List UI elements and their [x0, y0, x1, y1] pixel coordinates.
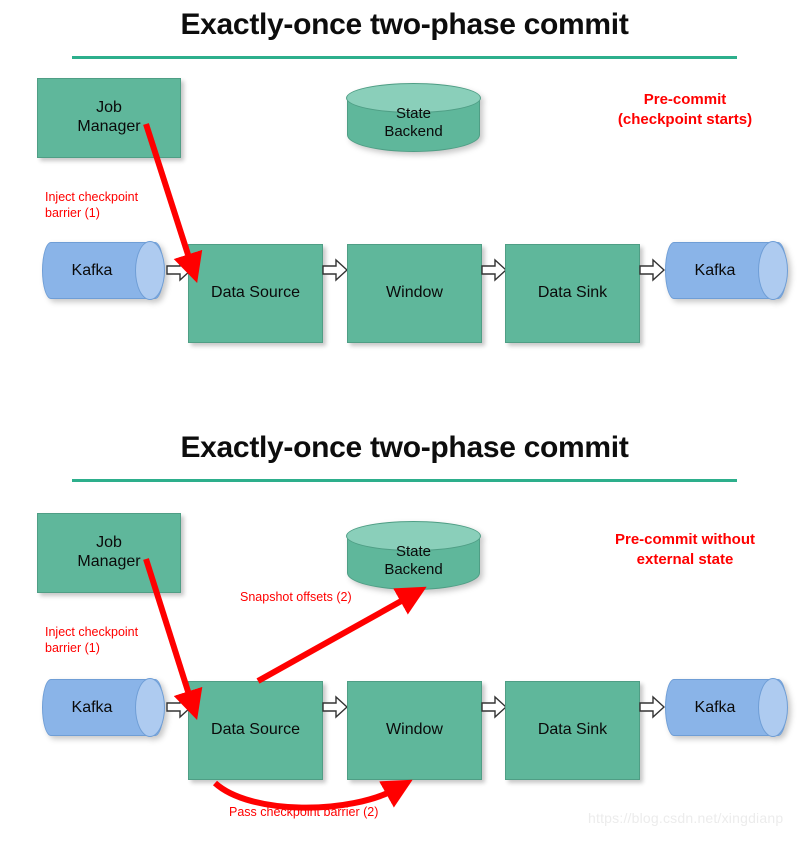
job-manager-box-1[interactable]: Job Manager — [37, 78, 181, 158]
sink-kafka-label-2: Kafka — [694, 698, 736, 716]
diagram-panel-2: Exactly-once two-phase commit Job Manage… — [0, 423, 809, 843]
job-manager-label-2: Job Manager — [77, 534, 141, 570]
state-backend-cylinder-1[interactable]: State Backend — [346, 83, 481, 152]
snapshot-offsets-arrow-2 — [256, 586, 427, 684]
title-divider-1 — [72, 56, 737, 59]
job-manager-label-1: Job Manager — [77, 99, 141, 135]
flow-arrow-icon — [639, 258, 665, 282]
annotation-inject-barrier-1: Inject checkpoint barrier (1) — [45, 190, 139, 221]
sink-kafka-label-1: Kafka — [694, 261, 736, 279]
job-manager-box-2[interactable]: Job Manager — [37, 513, 181, 593]
data-sink-box-1[interactable]: Data Sink — [505, 244, 640, 343]
window-box-1[interactable]: Window — [347, 244, 482, 343]
state-backend-cylinder-2[interactable]: State Backend — [346, 521, 481, 590]
data-source-box-1[interactable]: Data Source — [188, 244, 323, 343]
data-source-box-2[interactable]: Data Source — [188, 681, 323, 780]
flow-arrow-icon — [481, 695, 507, 719]
page-title-1: Exactly-once two-phase commit — [180, 8, 629, 41]
annotation-inject-barrier-2: Inject checkpoint barrier (1) — [45, 625, 139, 656]
data-sink-box-2[interactable]: Data Sink — [505, 681, 640, 780]
page-title-2: Exactly-once two-phase commit — [180, 431, 629, 464]
source-kafka-cylinder-1[interactable]: Kafka — [42, 241, 165, 300]
source-kafka-label-1: Kafka — [71, 261, 113, 279]
diagram-panel-1: Exactly-once two-phase commit Job Manage… — [0, 0, 809, 420]
phase-heading-2: Pre-commit without external state — [614, 531, 755, 569]
state-backend-label-1: State Backend — [384, 105, 443, 140]
source-kafka-label-2: Kafka — [71, 698, 113, 716]
flow-arrow-icon — [322, 258, 348, 282]
state-backend-label-2: State Backend — [384, 543, 443, 578]
title-divider-2 — [72, 479, 737, 482]
flow-arrow-icon — [639, 695, 665, 719]
annotation-snapshot-offsets-2: Snapshot offsets (2) — [240, 590, 352, 604]
watermark: https://blog.csdn.net/xingdianp — [588, 810, 784, 826]
window-box-2[interactable]: Window — [347, 681, 482, 780]
annotation-pass-barrier-2: Pass checkpoint barrier (2) — [229, 805, 379, 819]
source-kafka-cylinder-2[interactable]: Kafka — [42, 678, 165, 737]
flow-arrow-icon — [322, 695, 348, 719]
flow-arrow-icon — [481, 258, 507, 282]
phase-heading-1: Pre-commit (checkpoint starts) — [617, 91, 753, 129]
sink-kafka-cylinder-2[interactable]: Kafka — [665, 678, 788, 737]
sink-kafka-cylinder-1[interactable]: Kafka — [665, 241, 788, 300]
